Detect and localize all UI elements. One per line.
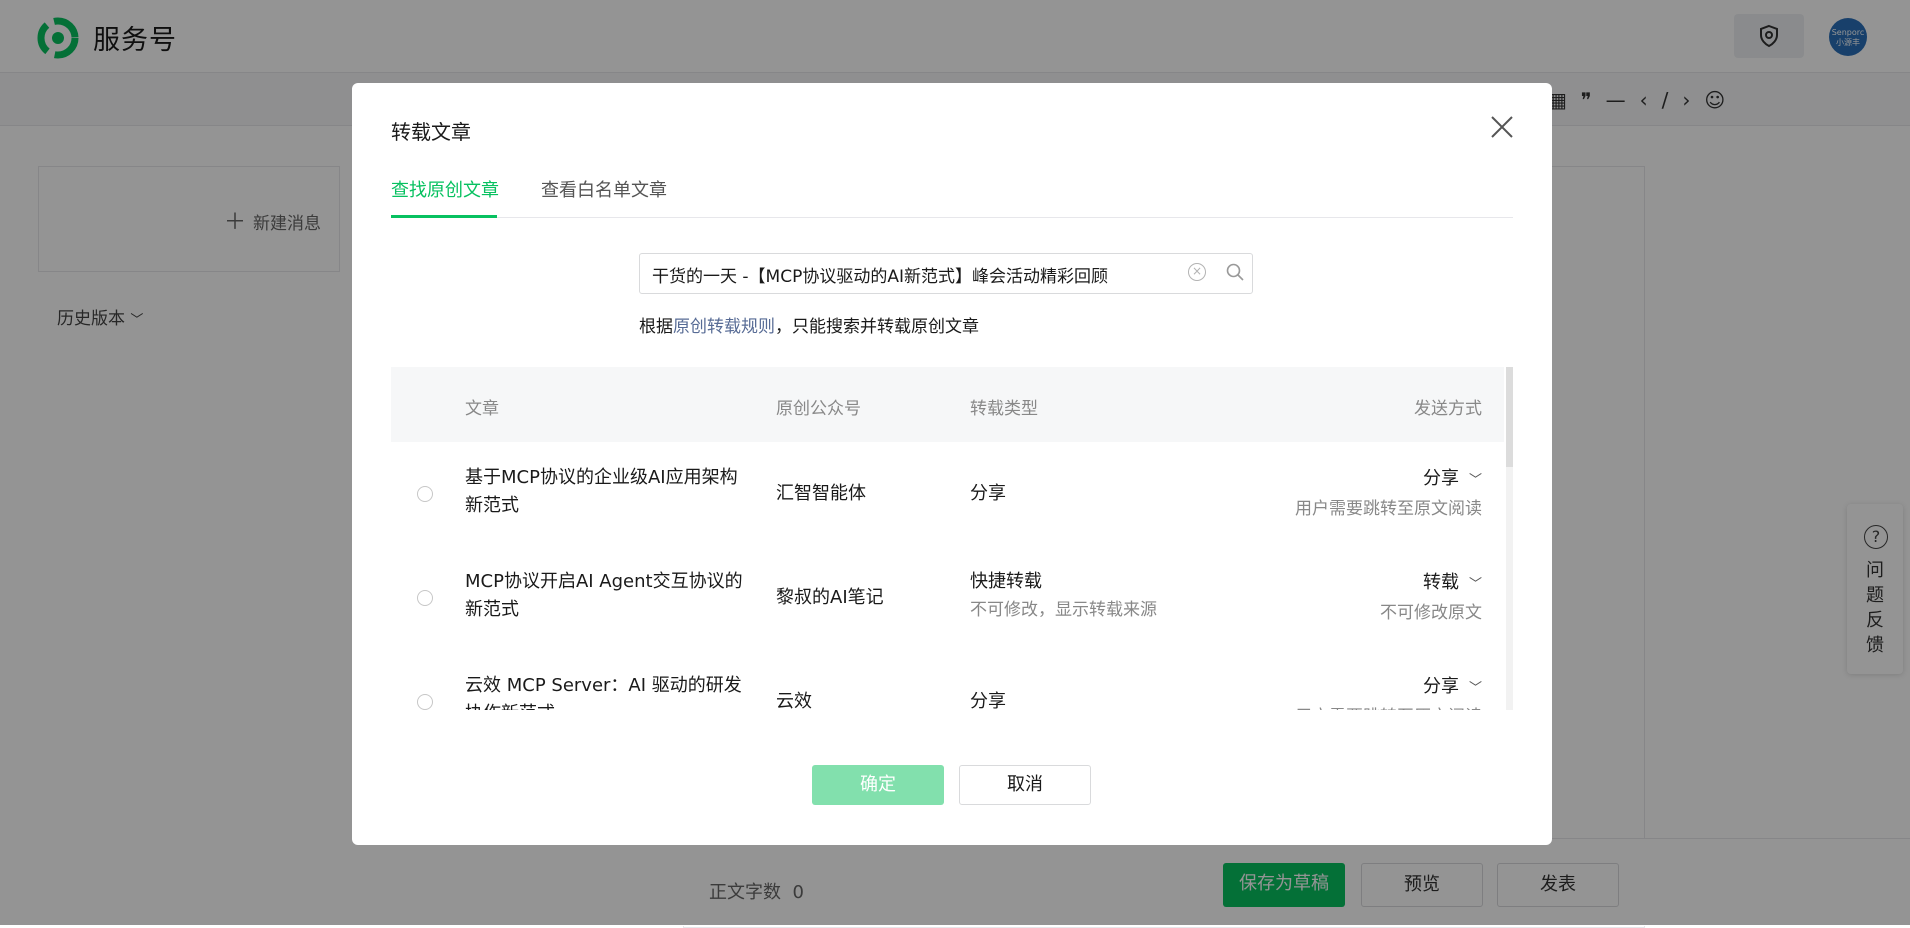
send-method-desc: 用户需要跳转至原文阅读 xyxy=(1295,499,1482,519)
account-name: 黎叔的AI笔记 xyxy=(776,587,884,608)
send-method-value: 分享 xyxy=(1422,676,1459,697)
tabs-divider xyxy=(391,217,1513,218)
repost-type: 快捷转载 xyxy=(970,571,1042,592)
close-icon[interactable] xyxy=(1488,113,1516,141)
table-row[interactable]: MCP协议开启AI Agent交互协议的新范式 黎叔的AI笔记 快捷转载 不可修… xyxy=(391,546,1504,651)
table-scroll-thumb[interactable] xyxy=(1506,367,1513,467)
send-method-desc: 用户需要跳转至原文阅读 xyxy=(1295,702,1482,710)
search-icon[interactable] xyxy=(1225,262,1245,282)
table-row[interactable]: 云效 MCP Server：AI 驱动的研发协作新范式 云效 分享 分享 ﹀ 用户… xyxy=(391,650,1504,710)
table-header: 文章 原创公众号 转载类型 发送方式 xyxy=(391,367,1504,442)
cancel-button[interactable]: 取消 xyxy=(959,765,1091,805)
article-title: 云效 MCP Server：AI 驱动的研发协作新范式 xyxy=(465,675,742,710)
article-title: 基于MCP协议的企业级AI应用架构新范式 xyxy=(465,467,738,516)
header-account: 原创公众号 xyxy=(776,399,861,419)
repost-type: 分享 xyxy=(970,691,1006,710)
tab-find-original[interactable]: 查找原创文章 xyxy=(391,176,499,202)
send-method-dropdown[interactable]: 分享 ﹀ xyxy=(1423,672,1482,698)
search-input-value[interactable]: 干货的一天 -【MCP协议驱动的AI新范式】峰会活动精彩回顾 xyxy=(652,262,1108,287)
send-method-value: 转载 xyxy=(1422,572,1459,593)
article-title: MCP协议开启AI Agent交互协议的新范式 xyxy=(465,571,743,620)
search-hint: 根据原创转载规则，只能搜索并转载原创文章 xyxy=(639,312,979,337)
header-type: 转载类型 xyxy=(970,399,1038,419)
row-radio[interactable] xyxy=(417,486,433,502)
hint-prefix: 根据 xyxy=(639,317,673,337)
repost-type-desc: 不可修改，显示转载来源 xyxy=(970,600,1157,620)
repost-rules-link[interactable]: 原创转载规则 xyxy=(673,317,775,337)
table-row[interactable]: 基于MCP协议的企业级AI应用架构新范式 汇智智能体 分享 分享 ﹀ 用户需要跳转… xyxy=(391,442,1504,547)
account-name: 汇智智能体 xyxy=(776,483,866,504)
row-radio[interactable] xyxy=(417,694,433,710)
header-article: 文章 xyxy=(465,399,499,419)
send-method-dropdown[interactable]: 转载 ﹀ xyxy=(1423,568,1482,594)
dialog-title: 转载文章 xyxy=(391,120,471,144)
repost-type: 分享 xyxy=(970,483,1006,504)
send-method-value: 分享 xyxy=(1422,468,1459,489)
clear-icon[interactable]: × xyxy=(1188,263,1206,281)
tab-whitelist[interactable]: 查看白名单文章 xyxy=(541,176,667,202)
confirm-button[interactable]: 确定 xyxy=(812,765,944,805)
article-table: 文章 原创公众号 转载类型 发送方式 基于MCP协议的企业级AI应用架构新范式 … xyxy=(391,367,1513,710)
row-radio[interactable] xyxy=(417,590,433,606)
account-name: 云效 xyxy=(776,691,812,710)
chevron-down-icon: ﹀ xyxy=(1468,473,1482,488)
send-method-desc: 不可修改原文 xyxy=(1380,603,1482,623)
send-method-dropdown[interactable]: 分享 ﹀ xyxy=(1423,464,1482,490)
chevron-down-icon: ﹀ xyxy=(1468,681,1482,696)
hint-suffix: ，只能搜索并转载原创文章 xyxy=(775,317,979,337)
active-tab-indicator xyxy=(391,215,497,218)
header-send-method: 发送方式 xyxy=(1414,399,1482,419)
chevron-down-icon: ﹀ xyxy=(1468,577,1482,592)
